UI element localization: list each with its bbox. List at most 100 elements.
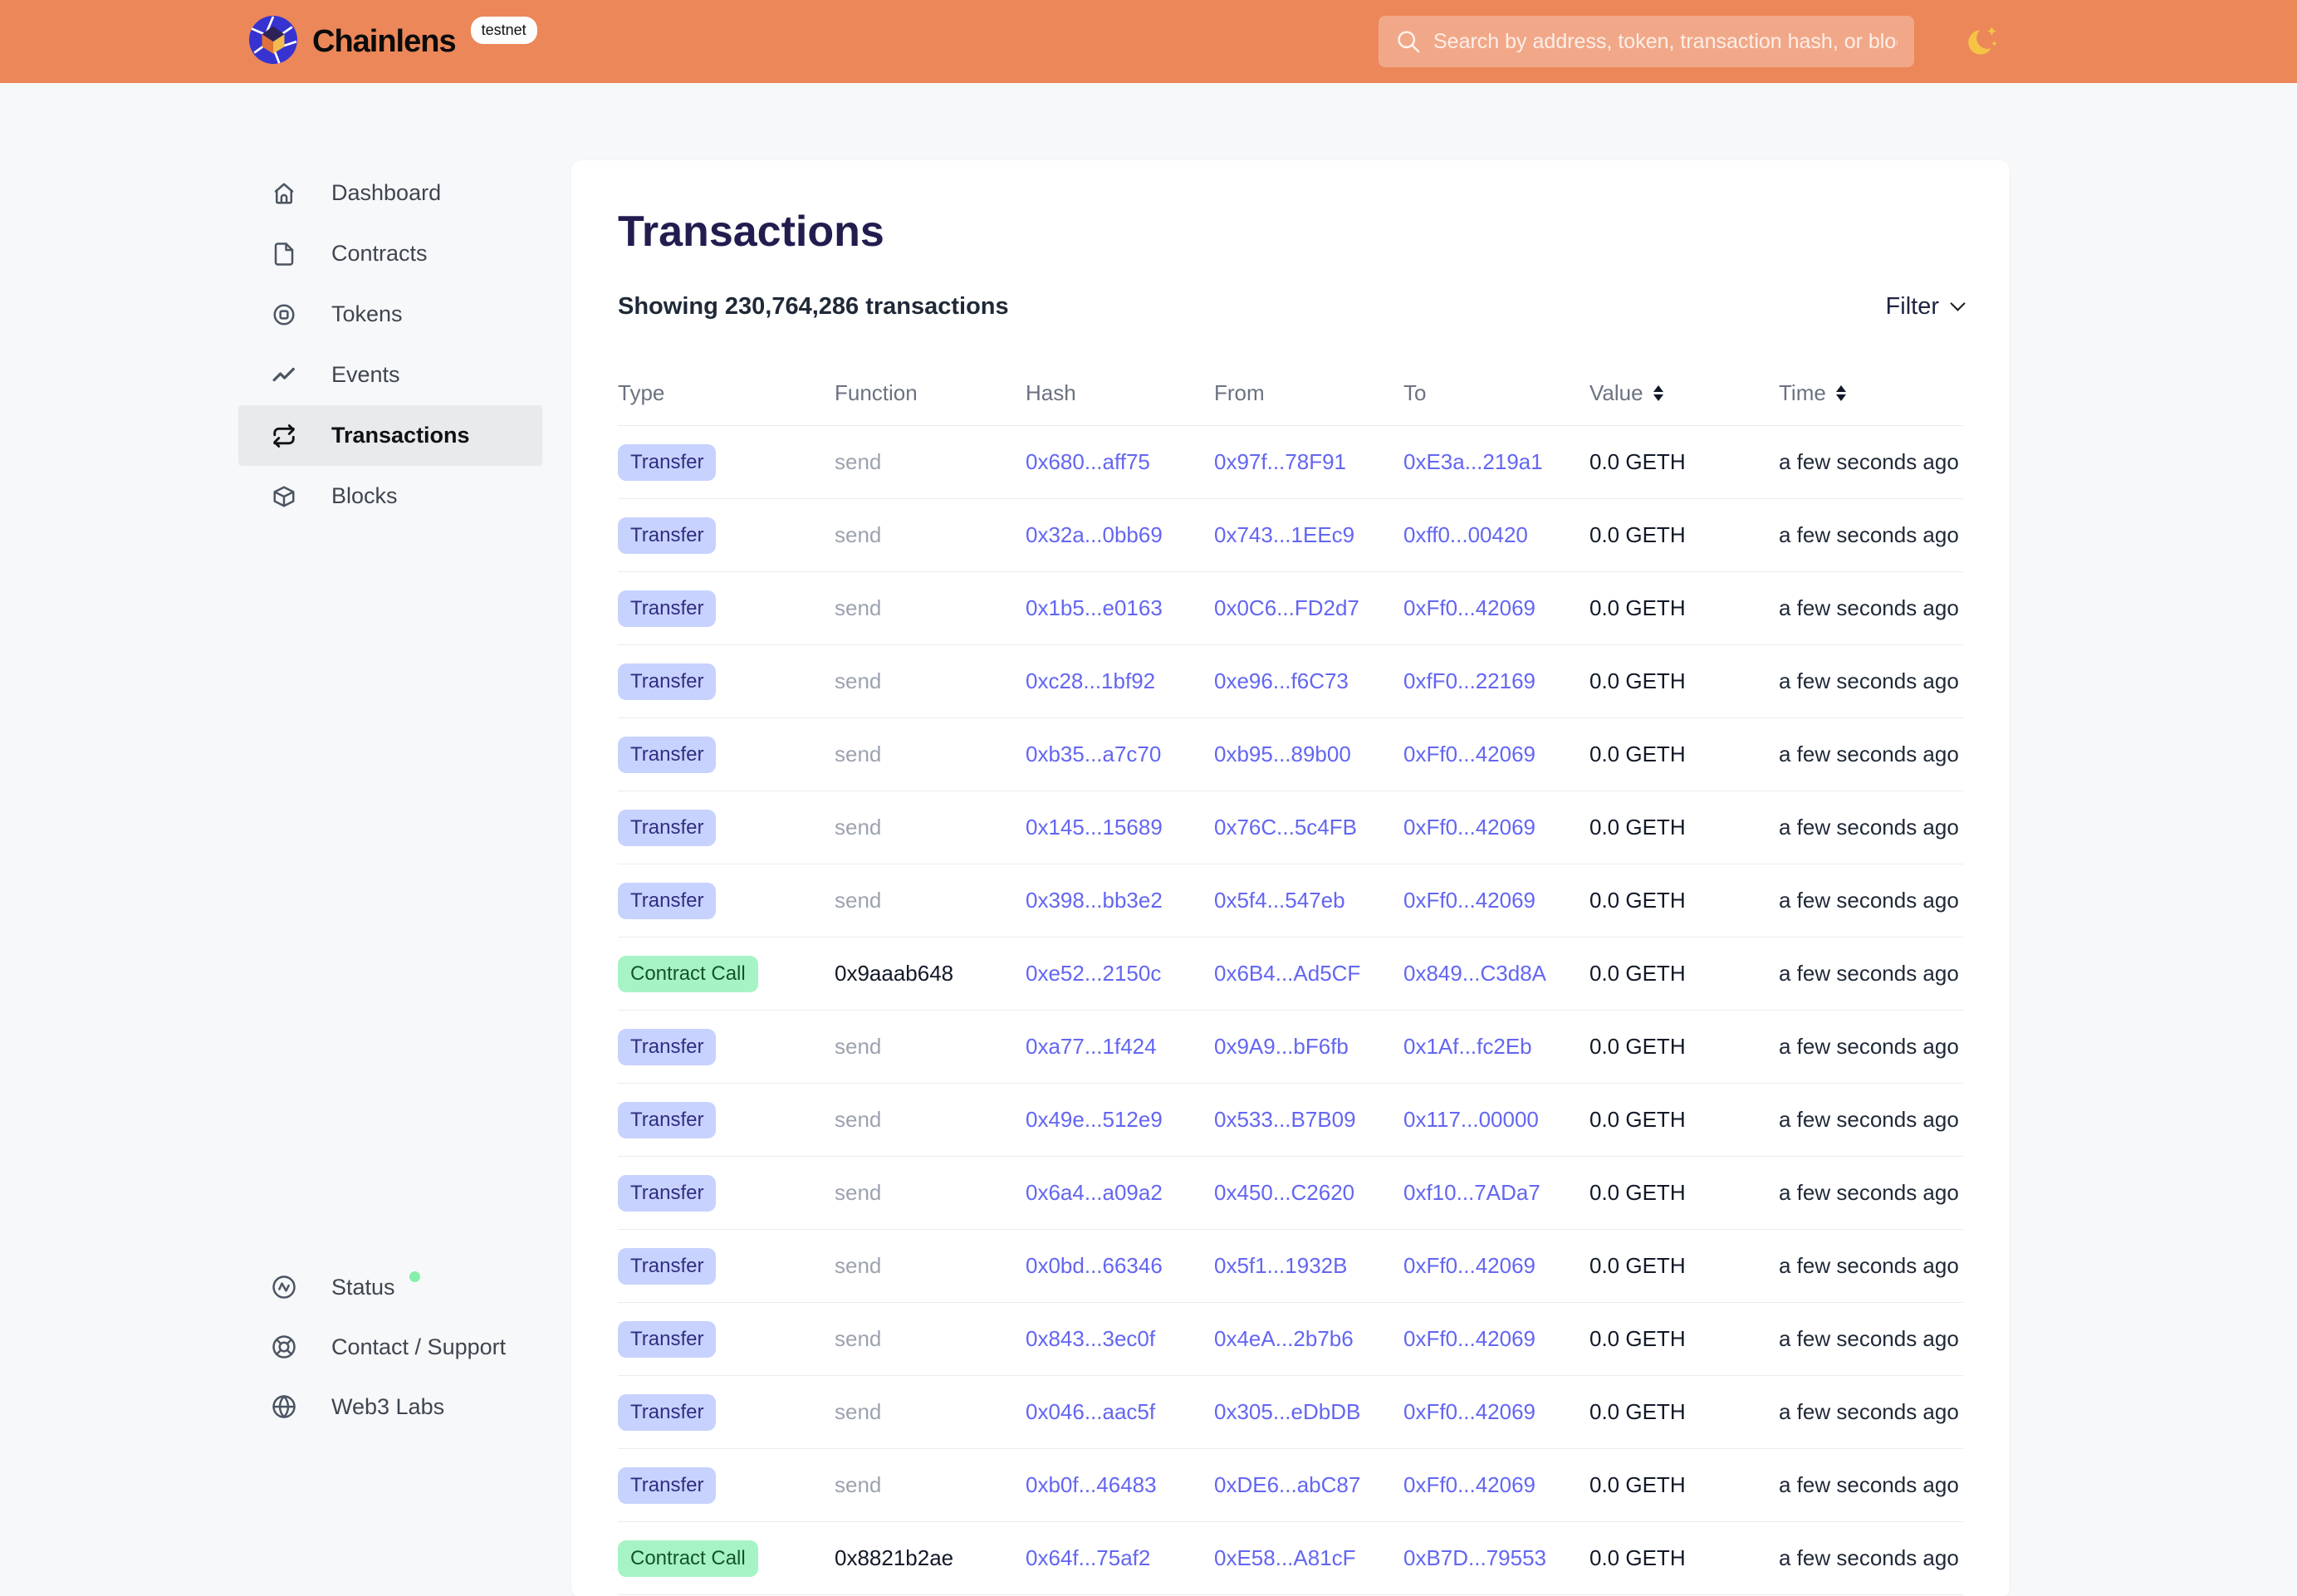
tx-to-link[interactable]: 0xf10...7ADa7 [1403,1180,1540,1205]
cell-time: a few seconds ago [1779,522,1963,548]
cell-to: 0xB7D...79553 [1403,1545,1589,1571]
cell-hash: 0xe52...2150c [1026,961,1214,986]
tx-to-link[interactable]: 0xFf0...42069 [1403,815,1535,840]
search-bar[interactable] [1379,16,1914,67]
tx-type-badge: Transfer [618,1102,716,1138]
sidebar-item-label: Web3 Labs [331,1394,444,1420]
tx-from-link[interactable]: 0x97f...78F91 [1214,449,1346,474]
cell-function: 0x9aaab648 [835,961,1026,986]
search-input[interactable] [1433,30,1898,54]
cell-time: a few seconds ago [1779,1107,1963,1133]
tx-from-link[interactable]: 0x6B4...Ad5CF [1214,961,1360,986]
transactions-card: Transactions Showing 230,764,286 transac… [571,160,2010,1596]
tx-value: 0.0 GETH [1589,1545,1686,1570]
tx-from-link[interactable]: 0x5f4...547eb [1214,888,1345,913]
tx-hash-link[interactable]: 0x680...aff75 [1026,449,1150,474]
moon-icon [1963,22,2003,61]
tx-hash-link[interactable]: 0x64f...75af2 [1026,1545,1150,1570]
tx-to-link[interactable]: 0xfF0...22169 [1403,668,1535,693]
tx-time: a few seconds ago [1779,595,1959,620]
cell-from: 0xE58...A81cF [1214,1545,1403,1571]
tx-to-link[interactable]: 0xB7D...79553 [1403,1545,1546,1570]
cell-time: a few seconds ago [1779,1472,1963,1498]
sidebar-item-status[interactable]: Status [238,1257,542,1317]
tx-from-link[interactable]: 0x0C6...FD2d7 [1214,595,1359,620]
cell-to: 0xf10...7ADa7 [1403,1180,1589,1206]
tx-function: send [835,1326,881,1351]
globe-icon [272,1394,296,1419]
tx-hash-link[interactable]: 0xb35...a7c70 [1026,742,1161,766]
cell-type: Transfer [618,663,835,700]
cell-from: 0xb95...89b00 [1214,742,1403,767]
sidebar-item-transactions[interactable]: Transactions [238,405,542,466]
tx-from-link[interactable]: 0x9A9...bF6fb [1214,1034,1349,1059]
tx-type-badge: Transfer [618,1248,716,1285]
search-icon [1395,28,1422,55]
tx-hash-link[interactable]: 0x49e...512e9 [1026,1107,1163,1132]
tx-to-link[interactable]: 0xFf0...42069 [1403,595,1535,620]
cell-function: send [835,1326,1026,1352]
tx-hash-link[interactable]: 0x32a...0bb69 [1026,522,1163,547]
sidebar-item-blocks[interactable]: Blocks [238,466,542,526]
tx-function: send [835,449,881,474]
cell-to: 0xFf0...42069 [1403,1326,1589,1352]
tx-time: a few seconds ago [1779,1326,1959,1351]
cell-value: 0.0 GETH [1589,888,1779,913]
tx-to-link[interactable]: 0xFf0...42069 [1403,888,1535,913]
col-value-sort[interactable]: Value [1589,380,1779,406]
table-row: Transfersend0xb0f...464830xDE6...abC870x… [618,1449,1963,1522]
tx-from-link[interactable]: 0x533...B7B09 [1214,1107,1356,1132]
dark-mode-toggle[interactable] [1963,22,2003,61]
cell-type: Transfer [618,444,835,481]
cell-time: a few seconds ago [1779,1326,1963,1352]
tx-to-link[interactable]: 0xff0...00420 [1403,522,1528,547]
sidebar-item-contact-support[interactable]: Contact / Support [238,1317,542,1377]
cell-hash: 0xc28...1bf92 [1026,668,1214,694]
sidebar-item-contracts[interactable]: Contracts [238,223,542,284]
tx-to-link[interactable]: 0xFf0...42069 [1403,1472,1535,1497]
tx-from-link[interactable]: 0x4eA...2b7b6 [1214,1326,1354,1351]
col-to: To [1403,380,1589,406]
tx-to-link[interactable]: 0xE3a...219a1 [1403,449,1543,474]
tx-from-link[interactable]: 0xe96...f6C73 [1214,668,1349,693]
tx-type-badge: Transfer [618,1467,716,1504]
table-row: Contract Call0x8821b2ae0x64f...75af20xE5… [618,1522,1963,1595]
tx-hash-link[interactable]: 0xb0f...46483 [1026,1472,1157,1497]
tx-from-link[interactable]: 0x76C...5c4FB [1214,815,1357,840]
tx-from-link[interactable]: 0xE58...A81cF [1214,1545,1356,1570]
tx-hash-link[interactable]: 0xc28...1bf92 [1026,668,1155,693]
tx-to-link[interactable]: 0xFf0...42069 [1403,1253,1535,1278]
sidebar-item-dashboard[interactable]: Dashboard [238,163,542,223]
cell-value: 0.0 GETH [1589,1107,1779,1133]
tx-to-link[interactable]: 0x117...00000 [1403,1107,1539,1132]
tx-from-link[interactable]: 0x743...1EEc9 [1214,522,1354,547]
sidebar-item-web3-labs[interactable]: Web3 Labs [238,1377,542,1437]
tx-hash-link[interactable]: 0x6a4...a09a2 [1026,1180,1163,1205]
col-time-sort[interactable]: Time [1779,380,1963,406]
tx-from-link[interactable]: 0x5f1...1932B [1214,1253,1347,1278]
tx-to-link[interactable]: 0xFf0...42069 [1403,742,1535,766]
table-body: Transfersend0x680...aff750x97f...78F910x… [618,426,1963,1595]
tx-hash-link[interactable]: 0x1b5...e0163 [1026,595,1163,620]
brand[interactable]: Chainlens testnet [249,0,537,83]
tx-hash-link[interactable]: 0x0bd...66346 [1026,1253,1163,1278]
tx-from-link[interactable]: 0xb95...89b00 [1214,742,1351,766]
filter-button[interactable]: Filter [1886,293,1963,321]
tx-to-link[interactable]: 0xFf0...42069 [1403,1326,1535,1351]
tx-hash-link[interactable]: 0x046...aac5f [1026,1399,1155,1424]
sidebar-item-tokens[interactable]: Tokens [238,284,542,345]
cell-value: 0.0 GETH [1589,595,1779,621]
tx-hash-link[interactable]: 0x398...bb3e2 [1026,888,1163,913]
tx-hash-link[interactable]: 0x145...15689 [1026,815,1163,840]
tx-from-link[interactable]: 0x305...eDbDB [1214,1399,1360,1424]
tx-to-link[interactable]: 0x849...C3d8A [1403,961,1546,986]
tx-hash-link[interactable]: 0x843...3ec0f [1026,1326,1155,1351]
tx-from-link[interactable]: 0xDE6...abC87 [1214,1472,1360,1497]
cell-hash: 0xb0f...46483 [1026,1472,1214,1498]
tx-hash-link[interactable]: 0xa77...1f424 [1026,1034,1157,1059]
tx-to-link[interactable]: 0xFf0...42069 [1403,1399,1535,1424]
tx-hash-link[interactable]: 0xe52...2150c [1026,961,1161,986]
tx-from-link[interactable]: 0x450...C2620 [1214,1180,1354,1205]
tx-to-link[interactable]: 0x1Af...fc2Eb [1403,1034,1532,1059]
sidebar-item-events[interactable]: Events [238,345,542,405]
